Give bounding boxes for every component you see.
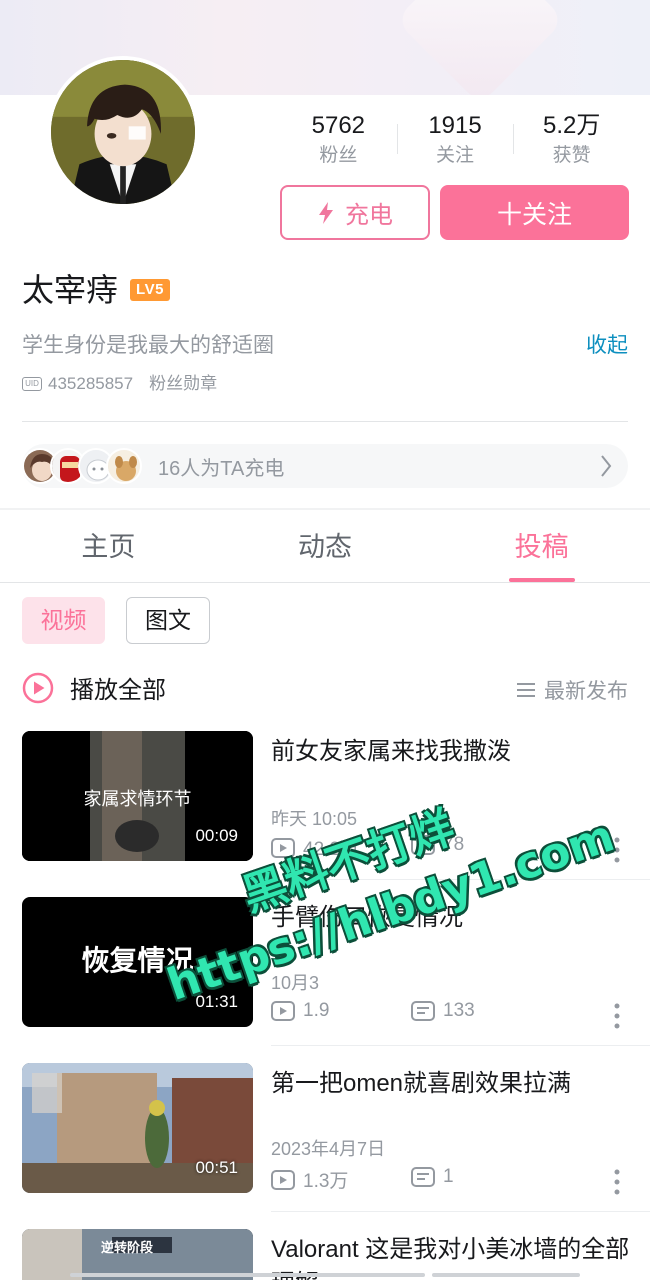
video-title: 手臂伤口恢复情况 — [271, 904, 463, 931]
stat-label: 获赞 — [552, 145, 591, 166]
video-item[interactable]: 恢复情况 01:31 手臂伤口恢复情况 10月3 1.9 133 — [0, 897, 650, 1063]
video-date: 昨天 10:05 — [271, 809, 358, 829]
view-count: 1.9 — [271, 1000, 329, 1022]
comment-count-value: 1 — [443, 1166, 454, 1187]
view-count-value: 42.2万 — [303, 839, 359, 860]
thumbnail-caption: 家属求情环节 — [83, 789, 192, 809]
video-meta: 1.9 133 — [271, 1000, 475, 1022]
comment-count-value: 78 — [443, 834, 465, 855]
uid-icon: UID — [22, 377, 42, 391]
list-icon — [517, 683, 535, 697]
avatar-image — [51, 60, 195, 204]
supporter-avatar — [106, 448, 142, 484]
video-thumbnail[interactable]: 00:51 — [22, 1063, 253, 1193]
divider — [22, 421, 628, 422]
more-options-icon[interactable] — [614, 1003, 620, 1029]
stat-fans[interactable]: 5762 粉丝 — [280, 110, 397, 170]
bio-text: 学生身份是我最大的舒适圈 — [22, 334, 274, 357]
uid-value[interactable]: 435285857 — [48, 372, 133, 396]
profile-tabs: 主页 动态 投稿 — [0, 511, 650, 583]
play-count-icon — [271, 837, 295, 858]
comment-count: 78 — [411, 834, 464, 856]
supporter-avatars — [22, 448, 142, 484]
play-count-icon — [271, 1169, 295, 1190]
stat-label: 关注 — [436, 145, 475, 166]
video-meta: 42.2万 78 — [271, 834, 464, 861]
video-duration: 00:09 — [195, 826, 238, 845]
avatar[interactable] — [47, 56, 199, 208]
chevron-right-icon — [601, 455, 612, 477]
play-all-button[interactable]: 播放全部 — [22, 670, 166, 705]
comment-count-value: 133 — [443, 1000, 475, 1021]
thumbnail-caption: 逆转阶段 — [100, 1240, 153, 1255]
video-title: 前女友家属来找我撒泼 — [271, 738, 511, 765]
comment-icon — [411, 835, 435, 855]
thumbnail-caption: 恢复情况 — [81, 944, 194, 977]
stat-label: 粉丝 — [319, 145, 358, 166]
video-item[interactable]: 家属求情环节 00:09 前女友家属来找我撒泼 昨天 10:05 42.2万 7… — [0, 731, 650, 897]
stat-likes[interactable]: 5.2万 获赞 — [513, 110, 630, 170]
stat-value: 1915 — [428, 112, 482, 139]
home-indicator — [70, 1273, 580, 1277]
comment-count: 1 — [411, 1166, 454, 1188]
charge-button-label: 充电 — [345, 202, 393, 229]
profile-stats: 5762 粉丝 1915 关注 5.2万 获赞 — [280, 110, 630, 170]
sort-dropdown[interactable]: 最新发布 — [516, 675, 628, 705]
follow-button[interactable]: 十关注 — [440, 185, 629, 240]
charge-supporters-row[interactable]: 16人为TA充电 — [22, 444, 628, 488]
tab-uploads[interactable]: 投稿 — [433, 511, 650, 582]
video-title: 第一把omen就喜剧效果拉满 — [271, 1070, 572, 1097]
stat-value: 5.2万 — [542, 112, 601, 139]
more-options-icon[interactable] — [614, 1169, 620, 1195]
play-count-icon — [271, 1001, 295, 1021]
video-date: 2023年4月7日 — [271, 1139, 386, 1159]
lightning-icon — [319, 201, 333, 224]
view-count-value: 1.3万 — [303, 1171, 349, 1192]
video-meta: 1.3万 1 — [271, 1166, 454, 1193]
charge-count-text: 16人为TA充电 — [158, 457, 285, 480]
view-count-value: 1.9 — [303, 1000, 330, 1021]
video-duration: 01:31 — [195, 992, 238, 1011]
view-count: 1.3万 — [271, 1166, 348, 1193]
filter-video-chip[interactable]: 视频 — [22, 597, 105, 644]
filter-article-chip[interactable]: 图文 — [126, 597, 210, 644]
stat-value: 5762 — [311, 112, 366, 139]
stat-following[interactable]: 1915 关注 — [396, 110, 514, 170]
video-thumbnail[interactable]: 家属求情环节 00:09 — [22, 731, 253, 861]
follow-button-label: 十关注 — [496, 200, 572, 229]
banner-decoration — [395, 0, 565, 95]
comment-count: 133 — [411, 1000, 475, 1022]
comment-icon — [411, 1167, 435, 1187]
username: 太宰痔 — [22, 272, 119, 308]
video-date: 10月3 — [271, 973, 320, 993]
level-badge: LV5 — [130, 279, 170, 301]
charge-button[interactable]: 充电 — [280, 185, 430, 240]
play-all-label: 播放全部 — [70, 677, 166, 704]
fan-medal-link[interactable]: 粉丝勋章 — [149, 372, 217, 396]
sort-label: 最新发布 — [544, 680, 628, 703]
tab-dynamic[interactable]: 动态 — [217, 511, 434, 582]
collapse-link[interactable]: 收起 — [586, 331, 628, 361]
view-count: 42.2万 — [271, 834, 359, 861]
video-item[interactable]: 00:51 第一把omen就喜剧效果拉满 2023年4月7日 1.3万 1 — [0, 1063, 650, 1229]
tab-home[interactable]: 主页 — [0, 511, 217, 582]
row-divider — [271, 1045, 650, 1046]
comment-icon — [411, 1001, 435, 1021]
section-divider — [0, 508, 650, 510]
more-options-icon[interactable] — [614, 837, 620, 863]
row-divider — [271, 1211, 650, 1212]
row-divider — [271, 879, 650, 880]
video-duration: 00:51 — [195, 1158, 238, 1177]
video-thumbnail[interactable]: 恢复情况 01:31 — [22, 897, 253, 1027]
play-circle-icon — [22, 672, 54, 703]
uid-row: UID 435285857 粉丝勋章 — [22, 372, 217, 396]
